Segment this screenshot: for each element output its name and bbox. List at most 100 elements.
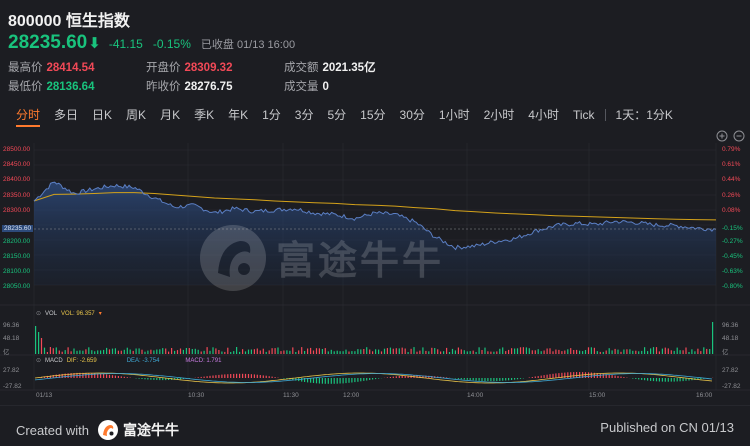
tab-day-k[interactable]: 日K <box>85 103 119 127</box>
vol-legend-value: VOL: 96.357 <box>61 310 95 317</box>
volume-bar <box>511 348 513 354</box>
macd-bar <box>567 372 569 378</box>
macd-bar <box>138 378 140 379</box>
volume-bar <box>88 347 90 354</box>
volume-bar <box>638 351 640 354</box>
volume-bar <box>389 347 391 354</box>
volume-bar <box>596 351 598 354</box>
volume-bar <box>366 347 368 354</box>
macd-bar <box>638 378 640 380</box>
macd-bar <box>599 373 601 378</box>
volume-bar <box>35 326 37 354</box>
macd-bar <box>103 374 105 378</box>
volume-bar <box>348 351 350 354</box>
volume-bar <box>64 350 66 354</box>
settings-icon[interactable]: ⊙ <box>36 310 41 317</box>
macd-bar <box>342 378 344 384</box>
macd-bar <box>457 378 459 379</box>
tab-30min[interactable]: 30分 <box>393 103 432 127</box>
macd-bar <box>200 376 202 378</box>
tab-3min[interactable]: 3分 <box>288 103 321 127</box>
volume-bar <box>383 348 386 354</box>
macd-bar <box>514 378 516 380</box>
volume-bar <box>103 349 105 354</box>
tab-15min[interactable]: 15分 <box>353 103 392 127</box>
macd-settings-icon[interactable]: ⊙ <box>36 357 41 364</box>
macd-bar <box>259 375 261 378</box>
tab-1day-1min-k[interactable]: 1天：1分K <box>609 103 680 127</box>
volume-bar <box>573 350 575 354</box>
volume-bar <box>626 349 628 354</box>
macd-bar <box>576 372 578 378</box>
volume-bar <box>709 349 711 354</box>
macd-bar <box>218 374 220 378</box>
y-tick-right-2: 0.44% <box>722 176 741 183</box>
volume-bar <box>144 351 146 354</box>
macd-bar <box>499 378 501 381</box>
vol-dropdown-icon[interactable]: ▾ <box>99 310 102 317</box>
volume-bar <box>40 338 43 354</box>
volume-bar <box>605 350 607 354</box>
y-tick-left-2: 28400.00 <box>3 176 31 183</box>
volume-bar <box>176 350 179 354</box>
macd-bar <box>401 375 403 378</box>
tab-week-k[interactable]: 周K <box>119 103 153 127</box>
tab-1min[interactable]: 1分 <box>255 103 288 127</box>
tab-multi-day[interactable]: 多日 <box>47 103 85 127</box>
tab-year-k[interactable]: 年K <box>221 103 255 127</box>
volume-bar <box>670 350 672 354</box>
volume-bar <box>153 350 155 354</box>
volume-bar <box>289 350 291 354</box>
volume-bar <box>644 347 646 354</box>
macd-bar <box>454 378 456 379</box>
macd-bar <box>150 378 152 380</box>
volume-bar <box>428 351 430 354</box>
volume-bar <box>673 350 675 354</box>
published-on: Published on CN 01/13 <box>600 420 734 435</box>
volume-bar <box>655 347 658 354</box>
macd-dea: DEA: -3.754 <box>126 357 160 364</box>
macd-bar <box>487 378 489 382</box>
tab-1hour[interactable]: 1小时 <box>432 103 477 127</box>
market-status: 已收盘 01/13 16:00 <box>200 39 296 51</box>
vol-tick-right-1: 48.18 <box>722 335 739 342</box>
macd-bar <box>239 373 241 378</box>
volume-bar <box>658 351 660 354</box>
macd-bar <box>253 374 255 378</box>
tab-5min[interactable]: 5分 <box>320 103 353 127</box>
volume-bar <box>43 347 46 354</box>
volume-bar <box>165 348 167 354</box>
tab-tick[interactable]: Tick <box>566 103 602 127</box>
macd-bar <box>608 374 610 378</box>
volume-bar <box>443 351 445 354</box>
y-tick-left-0: 28500.00 <box>3 146 31 153</box>
volume-bar <box>611 350 613 354</box>
macd-bar <box>635 378 637 379</box>
macd-bar <box>244 373 247 378</box>
tab-quarter-k[interactable]: 季K <box>187 103 221 127</box>
macd-bar <box>156 378 158 380</box>
volume-bar <box>679 350 681 354</box>
macd-bar <box>546 374 548 378</box>
macd-bar <box>516 378 519 380</box>
volume-bar <box>478 347 480 354</box>
macd-bar <box>652 378 655 382</box>
tab-intraday[interactable]: 分时 <box>9 103 47 127</box>
macd-bar <box>197 377 199 378</box>
volume-bar <box>534 350 536 354</box>
vol-tick-left-2: 亿 <box>3 349 10 356</box>
macd-bar <box>543 375 545 378</box>
volume-bar <box>292 347 294 354</box>
tab-month-k[interactable]: 月K <box>153 103 187 127</box>
volume-bar <box>312 350 315 354</box>
macd-tick-left-0: 27.82 <box>3 367 20 374</box>
volume-bar <box>694 351 696 354</box>
volume-bar <box>487 351 489 354</box>
volume-bar <box>493 351 495 354</box>
tab-2hour[interactable]: 2小时 <box>477 103 522 127</box>
volume-bar <box>253 349 255 354</box>
time-label-5: 15:00 <box>589 392 606 399</box>
volume-bar <box>706 348 708 354</box>
macd-bar <box>256 374 258 378</box>
tab-4hour[interactable]: 4小时 <box>521 103 566 127</box>
